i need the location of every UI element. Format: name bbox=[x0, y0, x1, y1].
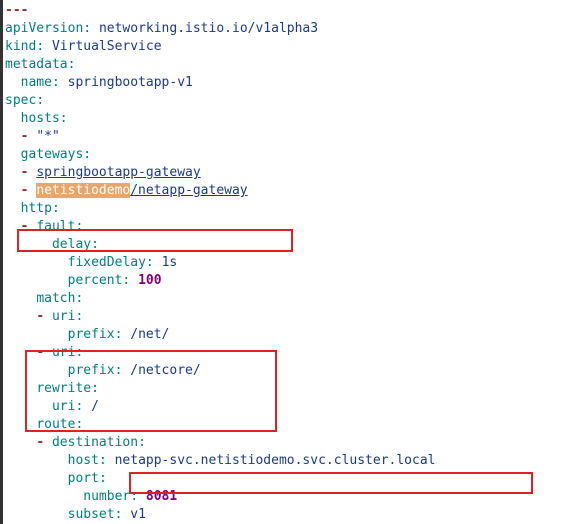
gateway-item-1: - springbootapp-gateway bbox=[5, 164, 561, 182]
route-line: route: bbox=[5, 416, 561, 434]
rewrite-line: rewrite: bbox=[5, 380, 561, 398]
number-line: number: 8081 bbox=[5, 488, 561, 506]
percent-line: percent: 100 bbox=[5, 272, 561, 290]
metadata-line: metadata: bbox=[5, 56, 561, 74]
uri-item-2: - uri: bbox=[5, 344, 561, 362]
uri-item-1: - uri: bbox=[5, 308, 561, 326]
hosts-line: hosts: bbox=[5, 110, 561, 128]
gateway-item-2: - netistiodemo/netapp-gateway bbox=[5, 182, 561, 200]
port-line: port: bbox=[5, 470, 561, 488]
apiVersion-line: apiVersion: networking.istio.io/v1alpha3 bbox=[5, 20, 561, 38]
yaml-code-block: --- apiVersion: networking.istio.io/v1al… bbox=[0, 0, 561, 524]
spec-line: spec: bbox=[5, 92, 561, 110]
destination-line: - destination: bbox=[5, 434, 561, 452]
http-line: http: bbox=[5, 200, 561, 218]
document-start: --- bbox=[5, 2, 561, 20]
fixedDelay-line: fixedDelay: 1s bbox=[5, 254, 561, 272]
match-line: match: bbox=[5, 290, 561, 308]
delay-line: delay: bbox=[5, 236, 561, 254]
rewrite-uri-line: uri: / bbox=[5, 398, 561, 416]
prefix-line-2: prefix: /netcore/ bbox=[5, 362, 561, 380]
host-line: host: netapp-svc.netistiodemo.svc.cluste… bbox=[5, 452, 561, 470]
fault-line: - fault: bbox=[5, 218, 561, 236]
kind-line: kind: VirtualService bbox=[5, 38, 561, 56]
subset-line: subset: v1 bbox=[5, 506, 561, 524]
hosts-item: - "*" bbox=[5, 128, 561, 146]
prefix-line-1: prefix: /net/ bbox=[5, 326, 561, 344]
name-line: name: springbootapp-v1 bbox=[5, 74, 561, 92]
gateways-line: gateways: bbox=[5, 146, 561, 164]
